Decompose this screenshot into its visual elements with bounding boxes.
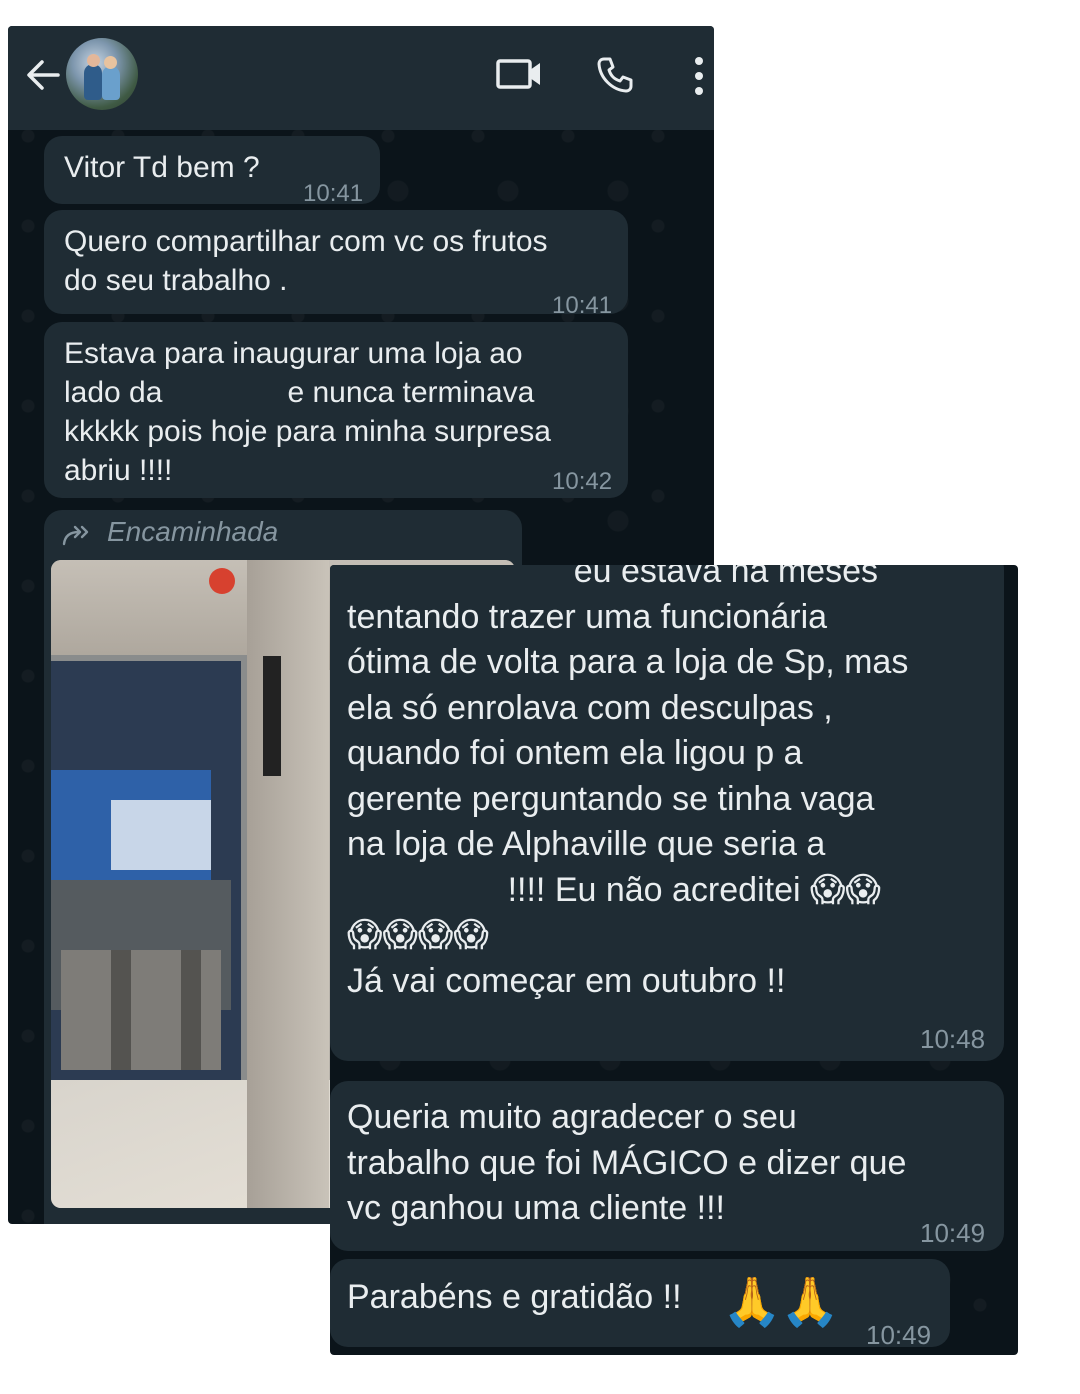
message-bubble[interactable]: Vitor Td bem ? 10:41 [44,136,380,207]
message-time: 10:48 [920,1024,986,1054]
lottery-logo [209,568,235,594]
forward-icon [62,525,89,546]
chat-screenshot-2: eu estava há meses tentando trazer uma f… [330,565,1018,1355]
video-call-icon[interactable] [496,58,544,90]
message-bubble[interactable]: Quero compartilhar com vc os frutos do s… [44,210,628,319]
praying-hands-emoji: 🙏 [780,1276,840,1329]
message-time: 10:42 [552,468,613,495]
message-text: Vitor Td bem ? [64,151,260,184]
message-text: Queria muito agradecer o seu trabalho qu… [347,1098,907,1227]
chat-header [8,26,714,130]
message-time: 10:49 [920,1218,986,1248]
message-text: Parabéns e gratidão !! [347,1278,682,1316]
message-bubble[interactable]: Parabéns e gratidão !! 🙏 🙏 10:49 [330,1259,950,1350]
message-text: Quero compartilhar com vc os frutos do s… [64,225,548,297]
message-text: Estava para inaugurar uma loja ao lado d… [64,337,551,487]
phone-call-icon[interactable] [596,56,634,94]
message-bubble[interactable]: eu estava há meses tentando trazer uma f… [330,565,1004,1061]
back-arrow-icon[interactable] [24,56,62,94]
message-time: 10:49 [866,1320,932,1350]
message-time: 10:41 [552,292,613,319]
contact-avatar[interactable] [66,38,138,110]
praying-hands-emoji: 🙏 [722,1276,782,1329]
forwarded-label: Encaminhada [107,516,279,547]
message-bubble[interactable]: Estava para inaugurar uma loja ao lado d… [44,322,628,498]
more-options-icon[interactable] [694,56,704,96]
message-text: eu estava há meses tentando trazer uma f… [347,565,909,1000]
message-time: 10:41 [303,180,364,207]
message-bubble[interactable]: Queria muito agradecer o seu trabalho qu… [330,1081,1004,1251]
